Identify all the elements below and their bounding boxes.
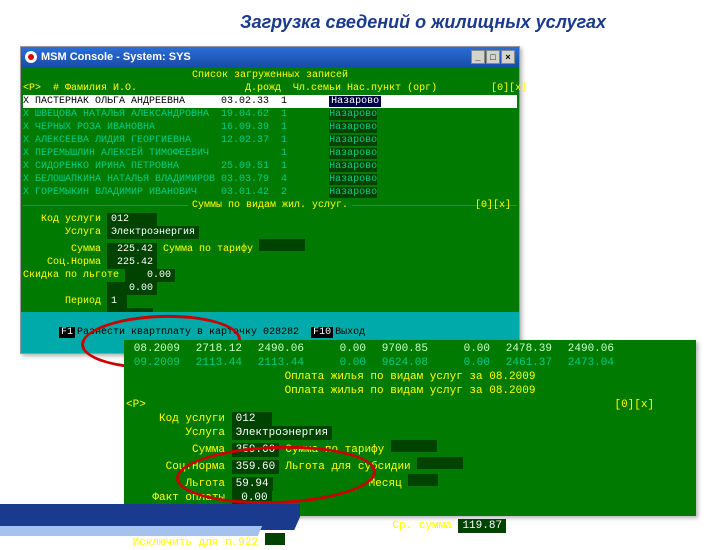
label-sum-tariff: Сумма по тарифу: [163, 244, 253, 255]
value-sum-tariff[interactable]: [259, 239, 305, 251]
f10-label: Выход: [335, 327, 365, 338]
lv-month[interactable]: [408, 474, 438, 486]
list-title: Список загруженных записей: [23, 69, 517, 82]
lf-code: Код услуги 012: [126, 412, 694, 426]
value-zero[interactable]: 0.00: [107, 282, 157, 295]
record-row[interactable]: Х ПЕРЕМЫШЛИН АЛЕКСЕЙ ТИМОФЕЕВИЧ 1 Назаро…: [23, 147, 517, 160]
value-discount[interactable]: 0.00: [125, 269, 175, 282]
lv-code[interactable]: 012: [232, 412, 272, 426]
lower-header-note: <P> [0][x]: [126, 398, 694, 412]
columns-header: <P> # Фамилия И.О. Д.рожд Чл.семьи Нас.п…: [23, 82, 517, 95]
lv-norm-sub[interactable]: [417, 457, 463, 469]
record-row[interactable]: Х ПАСТЕРНАК ОЛЬГА АНДРЕЕВНА 03.02.33 1 Н…: [23, 95, 517, 108]
ll-month: Месяц: [369, 478, 402, 490]
record-row[interactable]: Х СИДОРЕНКО ИРИНА ПЕТРОВНА 25.09.51 1 На…: [23, 160, 517, 173]
console-upper: Список загруженных записей <P> # Фамилия…: [21, 67, 519, 353]
field-period: Период 1: [23, 295, 517, 308]
lv-sum-tariff[interactable]: [391, 440, 437, 452]
maximize-button[interactable]: □: [486, 50, 500, 64]
record-row[interactable]: Х БЕЛОШАПКИНА НАТАЛЬЯ ВЛАДИМИРОВ 03.03.7…: [23, 173, 517, 186]
value-service-name[interactable]: Электроэнергия: [107, 226, 199, 239]
record-row[interactable]: Х ШВЕЦОВА НАТАЛЬЯ АЛЕКСАНДРОВНА 19.04.62…: [23, 108, 517, 121]
field-service-code: Код услуги 012: [23, 213, 517, 226]
f10-key[interactable]: F10: [311, 327, 333, 338]
field-norm: Соц.Норма 225.42: [23, 256, 517, 269]
minimize-button[interactable]: _: [471, 50, 485, 64]
slide-title: Загрузка сведений о жилищных услугах: [240, 12, 606, 33]
record-row[interactable]: Х АЛЕКСЕЕВА ЛИДИЯ ГЕОРГИЕВНА 12.02.37 1 …: [23, 134, 517, 147]
summary-row-1[interactable]: 08.2009 2718.12 2490.06 0.00 9700.85 0.0…: [126, 342, 694, 356]
slide-decoration: [0, 488, 300, 540]
value-norm[interactable]: 225.42: [107, 256, 157, 269]
lf-sum: Сумма 359.60Сумма по тарифу: [126, 440, 694, 457]
lv-service[interactable]: Электроэнергия: [232, 426, 332, 440]
console-window-upper: MSM Console - System: SYS _ □ × Список з…: [20, 46, 520, 354]
lv-norm[interactable]: 359.60: [232, 460, 280, 474]
sums-title: Суммы по видам жил. услуг.: [188, 199, 352, 212]
lv-sr[interactable]: 119.87: [458, 519, 506, 533]
record-row[interactable]: Х ГОРЕМЫКИН ВЛАДИМИР ИВАНОВИЧ 03.01.42 2…: [23, 186, 517, 199]
f1-key[interactable]: F1: [59, 327, 75, 338]
sums-right-note: [0][x]: [475, 199, 511, 212]
payments-title-a: Оплата жилья по видам услуг за 08.2009: [126, 370, 694, 384]
section-divider: Суммы по видам жил. услуг. [0][x]: [23, 199, 517, 213]
record-row[interactable]: Х ЧЕРНЫХ РОЗА ИВАНОВНА 16.09.39 1 Назаро…: [23, 121, 517, 134]
payments-title-b: Оплата жилья по видам услуг за 08.2009: [126, 384, 694, 398]
value-period[interactable]: 1: [107, 295, 127, 308]
field-service-name: Услуга Электроэнергия: [23, 226, 517, 239]
lf-norm: Соц.Норма 359.60Льгота для субсидии: [126, 457, 694, 474]
app-icon: [25, 51, 37, 63]
window-title: MSM Console - System: SYS: [41, 51, 191, 63]
summary-row-2[interactable]: 09.2009 2113.44 2113.44 0.00 9624.08 0.0…: [126, 356, 694, 370]
ll-norm: Льгота для субсидии: [285, 461, 410, 473]
close-button[interactable]: ×: [501, 50, 515, 64]
lf-service: Услуга Электроэнергия: [126, 426, 694, 440]
field-sum: Сумма 225.42Сумма по тарифу: [23, 239, 517, 256]
f1-label: Разнести квартплату в карточку 028282: [77, 327, 299, 338]
window-buttons: _ □ ×: [471, 50, 515, 64]
ll-sum-tariff: Сумма по тарифу: [285, 444, 384, 456]
lv-sum[interactable]: 359.60: [232, 443, 280, 457]
titlebar[interactable]: MSM Console - System: SYS _ □ ×: [21, 47, 519, 67]
value-service-code[interactable]: 012: [107, 213, 157, 226]
value-sum[interactable]: 225.42: [107, 243, 157, 256]
record-list: Х ПАСТЕРНАК ОЛЬГА АНДРЕЕВНА 03.02.33 1 Н…: [23, 95, 517, 199]
field-zero: 0.00: [23, 282, 517, 295]
field-discount: Скидка по льготе 0.00: [23, 269, 517, 282]
ll-sr: Ср. сумма: [353, 520, 459, 532]
